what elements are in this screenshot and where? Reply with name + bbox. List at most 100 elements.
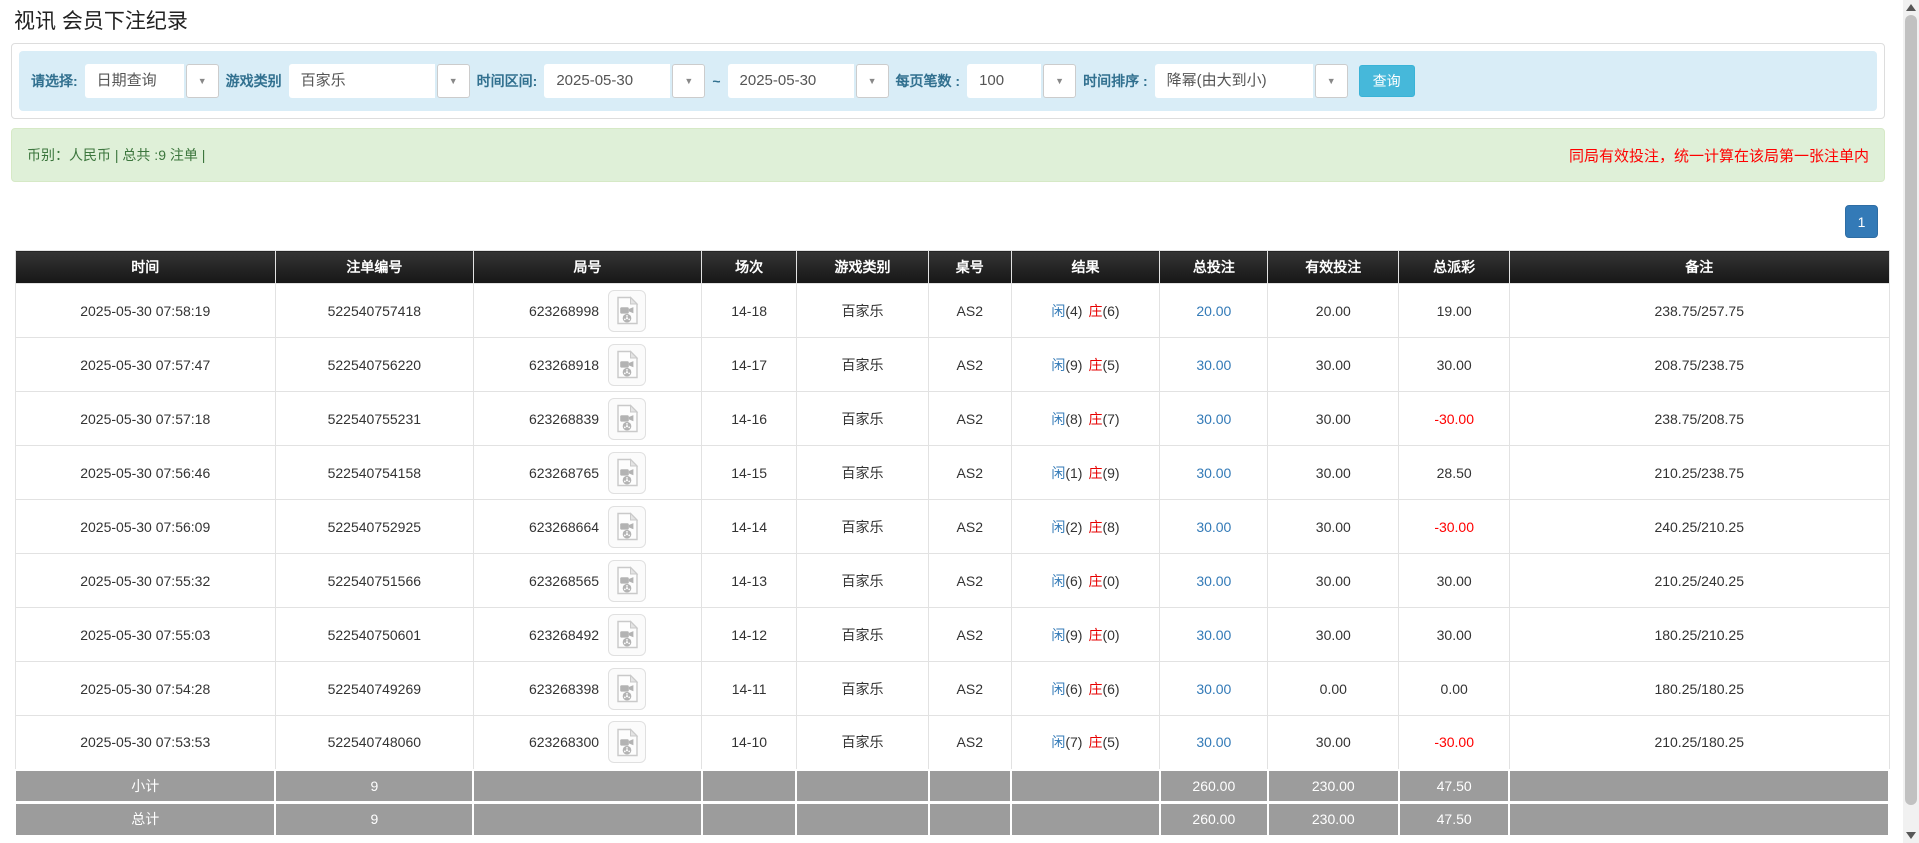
search-button[interactable]: 查询 [1359,65,1415,97]
scrollbar-thumb[interactable] [1905,15,1917,805]
total-bet-link[interactable]: 30.00 [1196,357,1231,373]
date-from-select[interactable]: 2025-05-30 ▼ [544,64,705,98]
result-player-name: 闲 [1051,734,1065,750]
remark-cell: 210.25/240.25 [1509,554,1889,608]
remark-cell: 240.25/210.25 [1509,500,1889,554]
video-file-icon [615,296,640,325]
video-replay-button[interactable] [608,290,646,332]
video-replay-button[interactable] [608,452,646,494]
round-no-text: 623268300 [529,734,599,750]
table-no-cell: AS2 [929,554,1011,608]
header-total-bet: 总投注 [1160,251,1268,284]
chevron-down-icon[interactable]: ▼ [1043,64,1076,98]
header-game-type: 游戏类别 [796,251,928,284]
total-bet-link[interactable]: 30.00 [1196,734,1231,750]
result-cell: 闲(4)庄(6) [1011,284,1160,338]
result-banker-score: (0) [1102,627,1119,643]
game-type-cell: 百家乐 [796,554,928,608]
video-replay-button[interactable] [608,668,646,710]
remark-cell: 238.75/208.75 [1509,392,1889,446]
result-player-score: (6) [1065,573,1082,589]
header-bet-no: 注单编号 [275,251,473,284]
bet-no-cell: 522540754158 [275,446,473,500]
chevron-down-icon[interactable]: ▼ [186,64,219,98]
remark-cell: 210.25/238.75 [1509,446,1889,500]
bet-time-cell: 2025-05-30 07:57:18 [15,392,275,446]
table-row: 2025-05-30 07:57:47 522540756220 6232689… [15,338,1889,392]
video-replay-button[interactable] [608,614,646,656]
result-banker-name: 庄 [1088,627,1102,643]
remark-cell: 238.75/257.75 [1509,284,1889,338]
vertical-scrollbar[interactable] [1903,0,1919,843]
total-bet-link[interactable]: 30.00 [1196,465,1231,481]
result-player-name: 闲 [1051,681,1065,697]
game-type-cell: 百家乐 [796,500,928,554]
filter-panel: 请选择: 日期查询 ▼ 游戏类别 百家乐 ▼ 时间区间: 2025-05-30 … [11,43,1885,119]
round-no-text: 623268664 [529,519,599,535]
result-player-score: (9) [1065,627,1082,643]
summary-row: 总计 9 260.00 230.00 47.50 [15,803,1889,836]
round-no-text: 623268765 [529,465,599,481]
video-file-icon [615,404,640,433]
chevron-down-icon[interactable]: ▼ [437,64,470,98]
total-bet-link[interactable]: 30.00 [1196,627,1231,643]
game-category-select[interactable]: 百家乐 ▼ [289,64,470,98]
total-bet-link[interactable]: 30.00 [1196,411,1231,427]
pagination: 1 [0,205,1878,238]
page-size-select[interactable]: 100 ▼ [967,64,1076,98]
result-banker-name: 庄 [1088,681,1102,697]
video-file-icon [615,728,640,757]
valid-bet-cell: 30.00 [1268,554,1399,608]
game-type-cell: 百家乐 [796,338,928,392]
video-replay-button[interactable] [608,506,646,548]
bet-time-cell: 2025-05-30 07:56:46 [15,446,275,500]
game-type-cell: 百家乐 [796,284,928,338]
total-bet-link[interactable]: 30.00 [1196,681,1231,697]
video-replay-button[interactable] [608,398,646,440]
total-bet-cell: 30.00 [1160,338,1268,392]
table-row: 2025-05-30 07:54:28 522540749269 6232683… [15,662,1889,716]
bet-no-cell: 522540750601 [275,608,473,662]
table-no-cell: AS2 [929,392,1011,446]
header-payout: 总派彩 [1399,251,1510,284]
video-replay-button[interactable] [608,721,646,763]
chevron-down-icon[interactable]: ▼ [1315,64,1348,98]
session-cell: 14-13 [702,554,797,608]
total-bet-link[interactable]: 30.00 [1196,573,1231,589]
header-session: 场次 [702,251,797,284]
page-size-value: 100 [967,64,1041,98]
summary-count-cell: 9 [275,770,473,803]
result-player-score: (8) [1065,411,1082,427]
bet-time-cell: 2025-05-30 07:58:19 [15,284,275,338]
chevron-down-icon[interactable]: ▼ [856,64,889,98]
page-content: 视讯 会员下注纪录 请选择: 日期查询 ▼ 游戏类别 百家乐 ▼ 时间区间: 2… [0,0,1903,843]
bet-no-cell: 522540748060 [275,716,473,770]
round-no-text: 623268998 [529,303,599,319]
page-number-button[interactable]: 1 [1845,205,1878,238]
result-player-score: (4) [1065,303,1082,319]
round-no-cell: 623268565 [473,554,702,608]
total-bet-link[interactable]: 20.00 [1196,303,1231,319]
scroll-down-icon[interactable] [1906,832,1916,839]
scroll-up-icon[interactable] [1906,4,1916,11]
video-replay-button[interactable] [608,560,646,602]
time-sort-label: 时间排序 : [1083,71,1148,91]
result-cell: 闲(6)庄(6) [1011,662,1160,716]
round-no-text: 623268918 [529,357,599,373]
video-file-icon [615,458,640,487]
total-bet-cell: 30.00 [1160,446,1268,500]
chevron-down-icon[interactable]: ▼ [672,64,705,98]
query-type-select[interactable]: 日期查询 ▼ [85,64,219,98]
table-row: 2025-05-30 07:53:53 522540748060 6232683… [15,716,1889,770]
date-to-select[interactable]: 2025-05-30 ▼ [728,64,889,98]
round-no-cell: 623268664 [473,500,702,554]
time-range-label: 时间区间: [477,71,538,91]
total-bet-link[interactable]: 30.00 [1196,519,1231,535]
payout-cell: 19.00 [1399,284,1510,338]
video-replay-button[interactable] [608,344,646,386]
time-sort-value: 降幂(由大到小) [1155,64,1313,98]
time-sort-select[interactable]: 降幂(由大到小) ▼ [1155,64,1348,98]
payout-cell: 28.50 [1399,446,1510,500]
bet-records-table: 时间 注单编号 局号 场次 游戏类别 桌号 结果 总投注 有效投注 总派彩 备注… [14,250,1890,837]
round-no-text: 623268398 [529,681,599,697]
